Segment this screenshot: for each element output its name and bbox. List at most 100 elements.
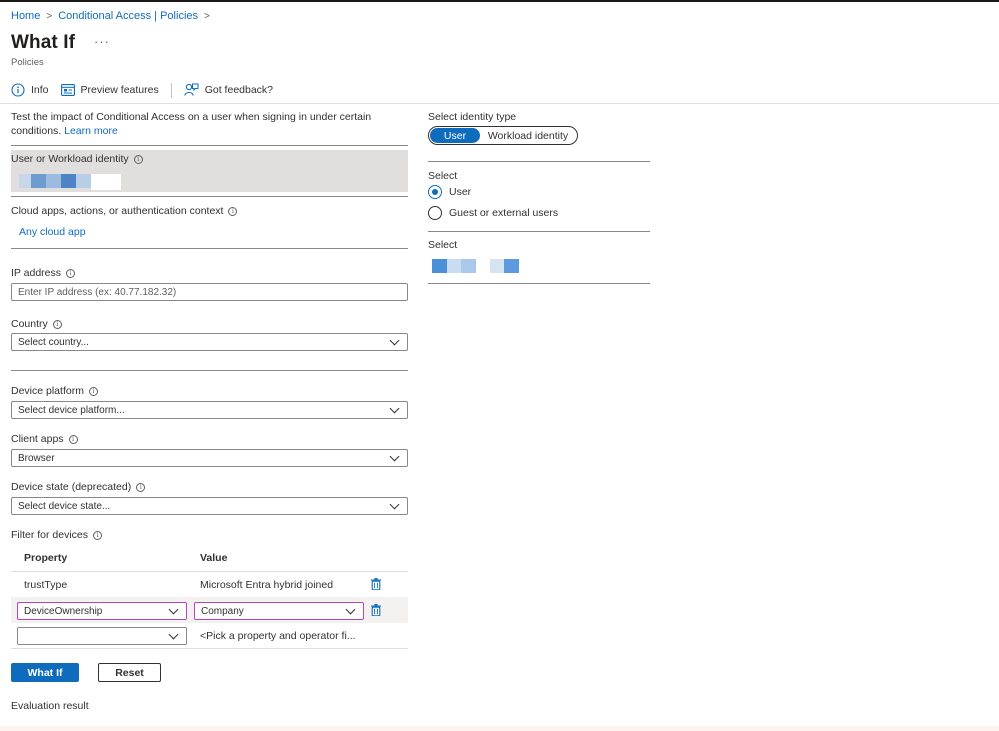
info-icon: i xyxy=(68,434,78,444)
identity-type-label: Select identity type xyxy=(428,111,517,123)
column-header-value: Value xyxy=(200,552,228,564)
preview-features-icon xyxy=(60,84,75,96)
breadcrumb-home[interactable]: Home xyxy=(11,10,40,22)
new-property-dropdown[interactable] xyxy=(17,627,187,645)
what-if-button[interactable]: What If xyxy=(11,663,79,682)
info-icon: i xyxy=(136,482,146,492)
row-divider xyxy=(11,571,408,572)
info-icon: i xyxy=(88,386,98,396)
toggle-workload-identity[interactable]: Workload identity xyxy=(480,130,576,142)
page-title: What If xyxy=(11,32,76,53)
breadcrumb: Home > Conditional Access | Policies > xyxy=(11,10,210,22)
redacted-identity xyxy=(91,174,121,190)
chevron-down-icon xyxy=(389,403,400,413)
any-cloud-app-link[interactable]: Any cloud app xyxy=(19,226,86,238)
redacted-identity xyxy=(61,174,76,188)
info-button[interactable]: Info xyxy=(11,83,49,97)
country-dropdown[interactable]: Select country... xyxy=(11,333,408,351)
redacted-identity xyxy=(31,174,46,188)
device-state-dropdown[interactable]: Select device state... xyxy=(11,497,408,515)
radio-user[interactable] xyxy=(428,185,442,199)
delete-icon[interactable] xyxy=(371,604,381,616)
device-platform-dropdown[interactable]: Select device platform... xyxy=(11,401,408,419)
radio-guest[interactable] xyxy=(428,206,442,220)
redacted-identity xyxy=(19,174,31,188)
intro-text: Test the impact of Conditional Access on… xyxy=(11,111,372,137)
info-label: Info xyxy=(31,84,49,96)
country-label: Country xyxy=(11,318,48,330)
redacted-identity xyxy=(76,174,91,188)
value-dropdown[interactable]: Company xyxy=(194,602,364,620)
section-divider xyxy=(11,248,408,249)
radio-guest-label: Guest or external users xyxy=(449,207,559,219)
chevron-down-icon xyxy=(389,335,400,345)
row-divider xyxy=(11,648,408,649)
toolbar-divider xyxy=(170,82,172,98)
info-icon: i xyxy=(133,154,143,164)
radio-user-option[interactable]: User xyxy=(428,185,471,199)
delete-icon[interactable] xyxy=(371,578,381,590)
property-dropdown[interactable]: DeviceOwnership xyxy=(17,602,187,620)
section-divider xyxy=(11,145,408,146)
section-divider xyxy=(428,161,650,162)
ip-address-label: IP address xyxy=(11,267,62,279)
client-apps-label: Client apps xyxy=(11,433,64,445)
filter-row-1-property: trustType xyxy=(24,579,68,591)
chevron-down-icon xyxy=(168,629,179,639)
redacted-identity xyxy=(46,174,61,188)
value-value: Company xyxy=(201,605,244,617)
toggle-user[interactable]: User xyxy=(430,128,480,143)
chevron-down-icon xyxy=(168,604,179,614)
property-value: DeviceOwnership xyxy=(24,605,103,617)
device-platform-label: Device platform xyxy=(11,385,84,397)
learn-more-link[interactable]: Learn more xyxy=(64,125,118,137)
section-divider xyxy=(11,370,408,371)
chevron-down-icon xyxy=(389,499,400,509)
identity-type-toggle: User Workload identity xyxy=(428,126,578,145)
section-divider xyxy=(428,231,650,232)
cloud-apps-label: Cloud apps, actions, or authentication c… xyxy=(11,205,224,217)
chevron-right-icon: > xyxy=(46,10,53,22)
preview-features-button[interactable]: Preview features xyxy=(60,84,159,96)
breadcrumb-policies[interactable]: Conditional Access | Policies xyxy=(58,10,198,22)
select-label: Select xyxy=(428,170,458,182)
selected-user-redacted[interactable] xyxy=(428,258,523,274)
feedback-label: Got feedback? xyxy=(204,84,274,96)
toolbar-separator xyxy=(0,103,999,104)
info-icon xyxy=(11,83,25,97)
reset-button[interactable]: Reset xyxy=(98,663,161,682)
feedback-icon xyxy=(183,83,199,96)
command-bar: Info Preview features Got feedback? xyxy=(11,82,285,98)
page-subtitle: Policies xyxy=(11,57,44,68)
info-icon: i xyxy=(52,319,62,329)
identity-section[interactable]: User or Workload identity i xyxy=(11,150,408,192)
feedback-button[interactable]: Got feedback? xyxy=(183,83,274,97)
more-options-icon[interactable]: ··· xyxy=(94,34,110,49)
section-divider xyxy=(11,196,408,197)
preview-features-label: Preview features xyxy=(80,84,159,96)
column-header-property: Property xyxy=(24,552,68,564)
info-icon: i xyxy=(66,268,76,278)
select-user-label: Select xyxy=(428,239,458,251)
section-divider xyxy=(428,283,650,284)
evaluation-result-area xyxy=(0,726,999,731)
chevron-right-icon: > xyxy=(204,10,210,22)
ip-address-input[interactable] xyxy=(11,283,408,301)
device-platform-value: Select device platform... xyxy=(18,404,125,416)
device-state-label: Device state (deprecated) xyxy=(11,481,132,493)
filter-devices-label: Filter for devices xyxy=(11,529,89,541)
radio-guest-option[interactable]: Guest or external users xyxy=(428,206,558,220)
top-border xyxy=(0,0,999,2)
filter-row-1-value: Microsoft Entra hybrid joined xyxy=(200,579,334,591)
device-state-value: Select device state... xyxy=(18,500,111,512)
country-value: Select country... xyxy=(18,336,89,348)
info-icon: i xyxy=(93,530,103,540)
identity-label: User or Workload identity xyxy=(11,153,129,165)
client-apps-value: Browser xyxy=(18,452,55,464)
radio-user-label: User xyxy=(449,186,472,198)
info-icon: i xyxy=(228,206,238,216)
client-apps-dropdown[interactable]: Browser xyxy=(11,449,408,467)
evaluation-result-label: Evaluation result xyxy=(11,700,89,712)
chevron-down-icon xyxy=(389,451,400,461)
chevron-down-icon xyxy=(345,604,356,614)
